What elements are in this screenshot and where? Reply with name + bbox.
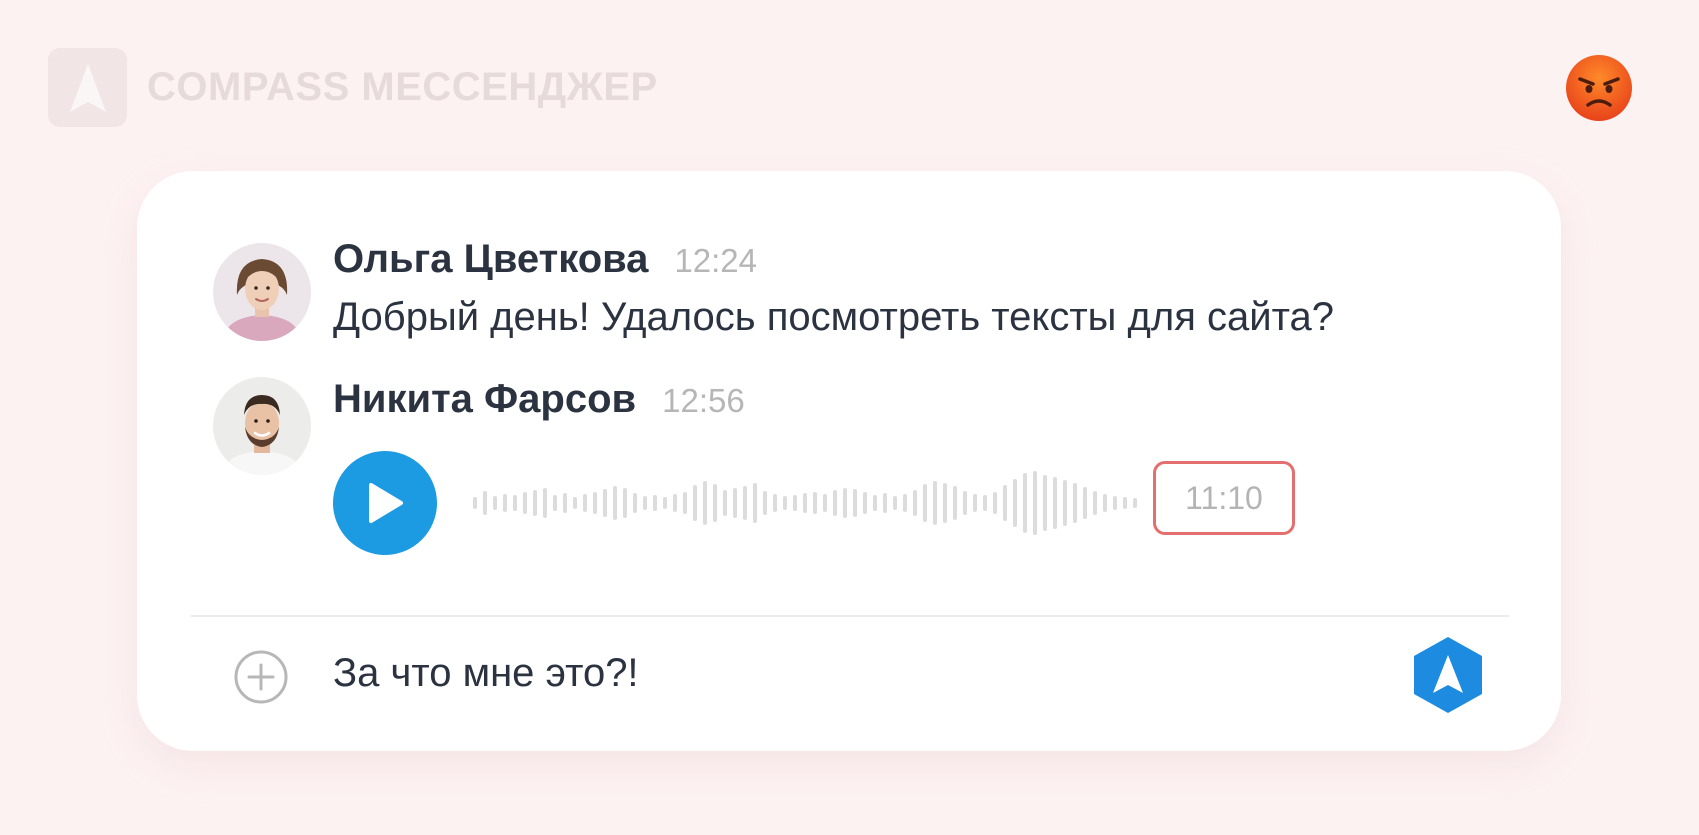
message-header: Ольга Цветкова 12:24 bbox=[333, 237, 757, 282]
waveform-bar bbox=[1123, 497, 1127, 509]
waveform-bar bbox=[563, 493, 567, 513]
waveform-bar bbox=[953, 486, 957, 520]
add-attachment-button[interactable] bbox=[233, 649, 289, 705]
waveform-bar bbox=[473, 497, 477, 509]
waveform-bar bbox=[783, 496, 787, 510]
waveform-bar bbox=[523, 492, 527, 514]
waveform-bar bbox=[673, 494, 677, 512]
author-name: Никита Фарсов bbox=[333, 377, 637, 421]
chat-card: Ольга Цветкова 12:24 Добрый день! Удалос… bbox=[137, 171, 1561, 751]
waveform-bar bbox=[1043, 475, 1047, 531]
avatar[interactable] bbox=[213, 377, 311, 475]
waveform-bar bbox=[1053, 477, 1057, 529]
waveform-bar bbox=[583, 494, 587, 512]
waveform-bar bbox=[603, 489, 607, 517]
waveform-bar bbox=[543, 488, 547, 518]
avatar[interactable] bbox=[213, 243, 311, 341]
waveform-bar bbox=[793, 495, 797, 511]
waveform-bar bbox=[943, 483, 947, 523]
author-name: Ольга Цветкова bbox=[333, 237, 649, 281]
waveform-bar bbox=[913, 490, 917, 516]
voice-waveform[interactable] bbox=[471, 461, 1159, 545]
voice-duration: 11:10 bbox=[1153, 461, 1295, 535]
waveform-bar bbox=[773, 494, 777, 512]
waveform-bar bbox=[933, 481, 937, 525]
waveform-bar bbox=[1003, 485, 1007, 521]
waveform-bar bbox=[1093, 491, 1097, 515]
waveform-bar bbox=[513, 495, 517, 511]
waveform-bar bbox=[843, 488, 847, 518]
send-button[interactable] bbox=[1412, 635, 1484, 715]
composer-divider bbox=[191, 615, 1509, 617]
app-title: COMPASS МЕССЕНДЖЕР bbox=[147, 65, 658, 109]
waveform-bar bbox=[713, 484, 717, 522]
waveform-bar bbox=[493, 496, 497, 510]
waveform-bar bbox=[593, 492, 597, 514]
waveform-bar bbox=[1063, 480, 1067, 526]
waveform-bar bbox=[923, 484, 927, 522]
waveform-bar bbox=[883, 493, 887, 513]
waveform-bar bbox=[533, 490, 537, 516]
waveform-bar bbox=[983, 495, 987, 511]
message-input[interactable]: За что мне это?! bbox=[333, 651, 639, 696]
waveform-bar bbox=[763, 491, 767, 515]
waveform-bar bbox=[1103, 494, 1107, 512]
waveform-bar bbox=[653, 495, 657, 511]
waveform-bar bbox=[573, 497, 577, 509]
waveform-bar bbox=[863, 492, 867, 514]
waveform-bar bbox=[903, 494, 907, 512]
messenger-page: COMPASS МЕССЕНДЖЕР Ольга Цветкова 12:24 … bbox=[0, 0, 1699, 835]
compass-logo-icon bbox=[48, 48, 127, 127]
waveform-bar bbox=[873, 495, 877, 511]
waveform-bar bbox=[503, 494, 507, 512]
waveform-bar bbox=[483, 491, 487, 515]
message-text: Добрый день! Удалось посмотреть тексты д… bbox=[333, 295, 1334, 339]
waveform-bar bbox=[1033, 471, 1037, 535]
waveform-bar bbox=[993, 492, 997, 514]
waveform-bar bbox=[613, 486, 617, 520]
message-time: 12:56 bbox=[662, 382, 745, 419]
waveform-bar bbox=[623, 488, 627, 518]
message-header: Никита Фарсов 12:56 bbox=[333, 377, 745, 422]
waveform-bar bbox=[743, 486, 747, 520]
waveform-bar bbox=[663, 497, 667, 509]
waveform-bar bbox=[633, 493, 637, 513]
angry-face-icon bbox=[1566, 55, 1632, 121]
waveform-bar bbox=[963, 491, 967, 515]
play-icon bbox=[369, 483, 403, 523]
waveform-bar bbox=[733, 488, 737, 518]
waveform-bar bbox=[893, 496, 897, 510]
waveform-bar bbox=[1013, 479, 1017, 527]
plus-circle-icon bbox=[234, 650, 288, 704]
waveform-bar bbox=[1023, 473, 1027, 533]
waveform-bar bbox=[703, 481, 707, 525]
waveform-bar bbox=[693, 485, 697, 521]
waveform-bar bbox=[823, 494, 827, 512]
waveform-bar bbox=[1113, 496, 1117, 510]
waveform-bar bbox=[553, 495, 557, 511]
waveform-bar bbox=[683, 492, 687, 514]
waveform-bar bbox=[1133, 498, 1137, 508]
waveform-bar bbox=[973, 494, 977, 512]
message-time: 12:24 bbox=[674, 242, 758, 279]
waveform-bar bbox=[813, 492, 817, 514]
waveform-bar bbox=[1083, 487, 1087, 519]
waveform-bar bbox=[1073, 483, 1077, 523]
waveform-bar bbox=[853, 489, 857, 517]
waveform-bar bbox=[803, 493, 807, 513]
waveform-bar bbox=[833, 490, 837, 516]
waveform-bar bbox=[753, 483, 757, 523]
app-header: COMPASS МЕССЕНДЖЕР bbox=[48, 48, 658, 127]
waveform-bar bbox=[723, 490, 727, 516]
compass-send-icon bbox=[1414, 637, 1482, 713]
waveform-bar bbox=[643, 496, 647, 510]
play-button[interactable] bbox=[333, 451, 437, 555]
